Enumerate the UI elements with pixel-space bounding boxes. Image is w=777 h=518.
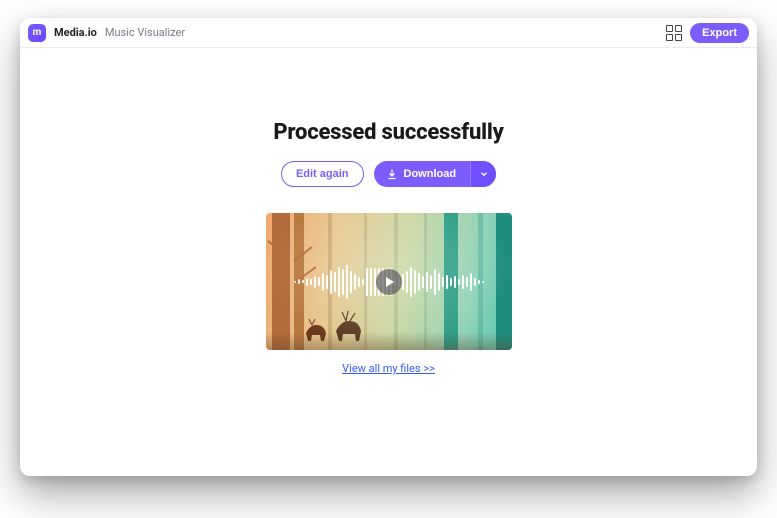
content-area: Processed successfully Edit again Downlo… [20,48,757,476]
download-icon [386,168,398,180]
app-window: m Media.io Music Visualizer Export Proce… [20,18,757,476]
video-preview[interactable] [266,213,512,350]
download-options-button[interactable] [470,161,496,187]
chevron-down-icon [479,169,489,179]
brand-logo: m [28,24,46,42]
download-button[interactable]: Download [374,161,471,187]
qr-icon[interactable] [666,25,682,41]
download-split-button: Download [374,161,497,187]
page-title: Processed successfully [273,120,503,145]
download-label: Download [404,168,457,180]
play-icon [376,269,402,295]
export-button[interactable]: Export [690,23,749,43]
page-subtitle: Music Visualizer [105,26,185,39]
edit-again-button[interactable]: Edit again [281,161,364,187]
brand-logo-glyph: m [33,27,42,38]
brand-name: Media.io [54,26,97,39]
top-bar: m Media.io Music Visualizer Export [20,18,757,48]
view-files-link[interactable]: View all my files >> [342,362,435,375]
action-row: Edit again Download [281,161,496,187]
